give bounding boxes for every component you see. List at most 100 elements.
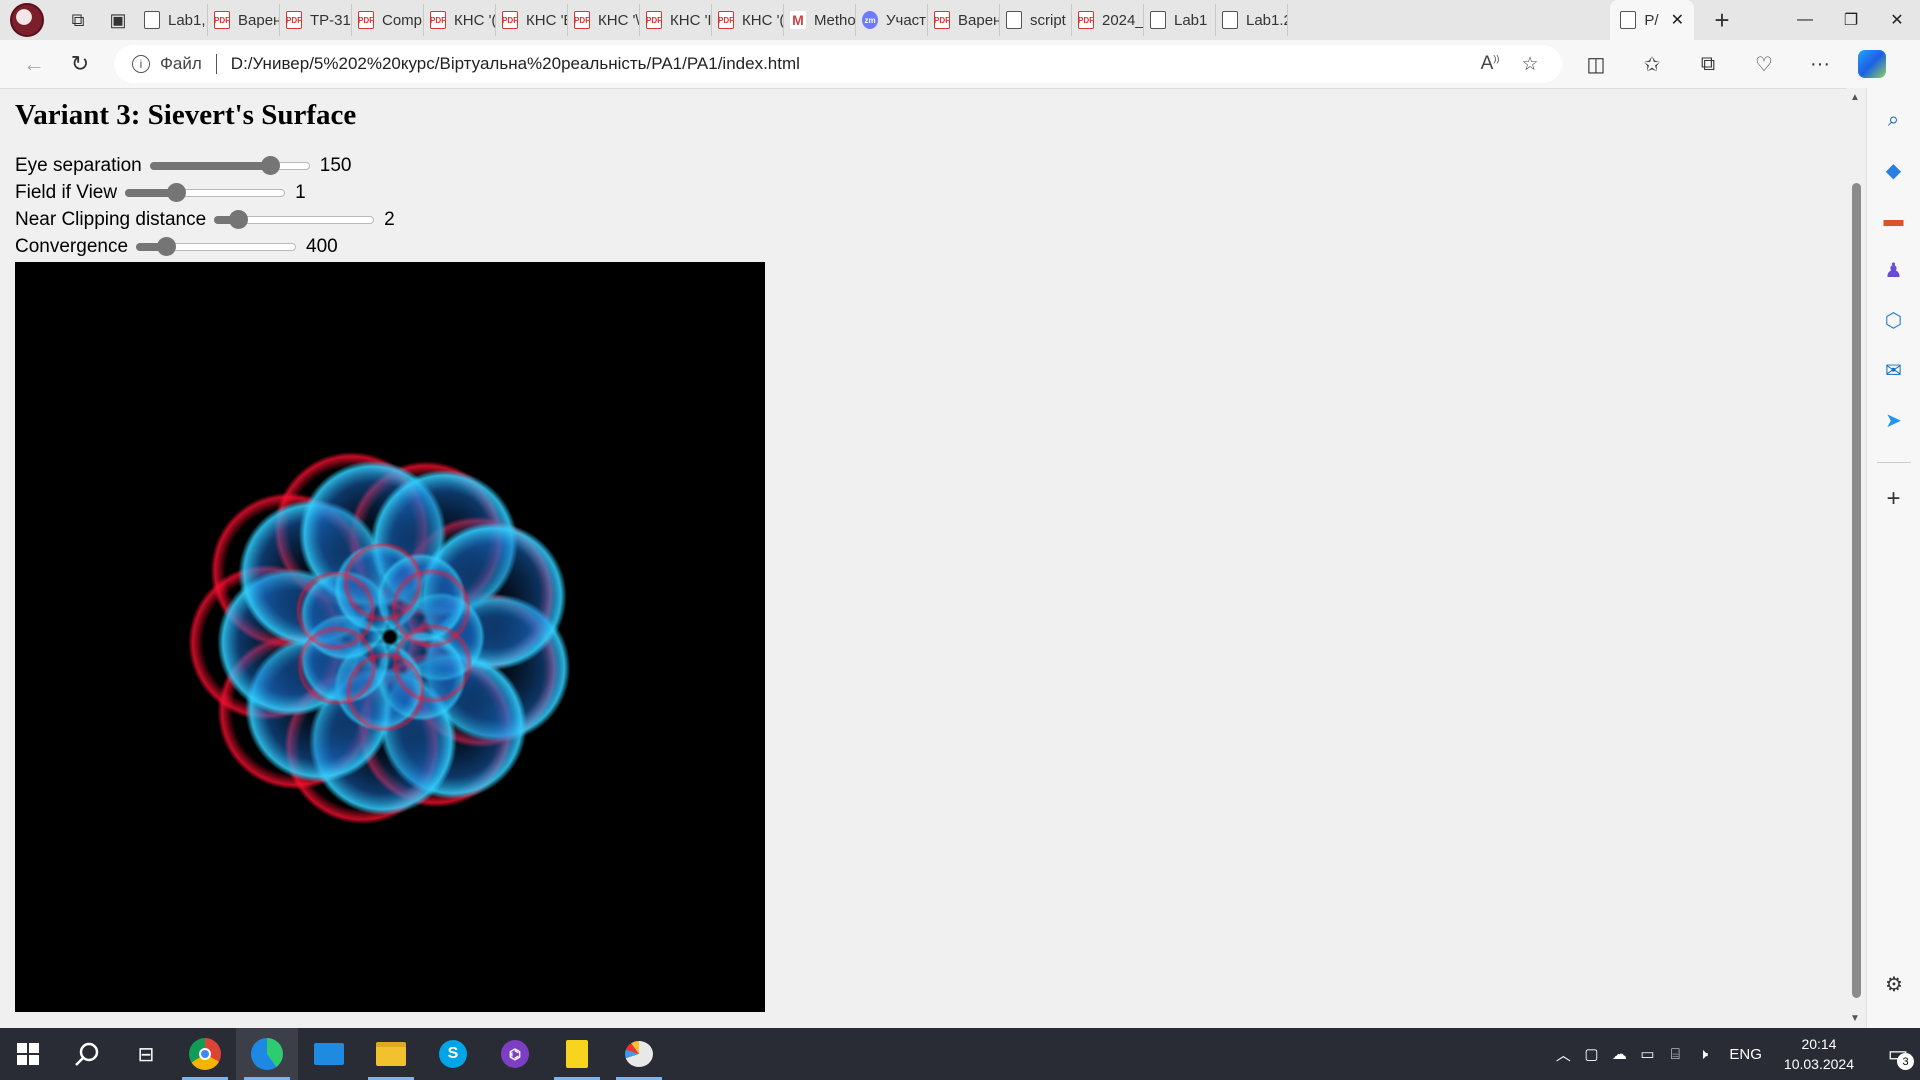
taskbar-chrome[interactable] [174,1028,236,1080]
taskbar-paint[interactable] [608,1028,670,1080]
tab[interactable]: Lab1, [138,4,208,36]
send-icon[interactable]: ➤ [1876,402,1912,438]
read-aloud-icon[interactable]: A)) [1470,53,1510,75]
shopping-tag-icon[interactable]: ◆ [1876,152,1912,188]
tab[interactable]: zm Участ [856,4,928,36]
vertical-tabs-icon[interactable]: ▣ [98,0,138,40]
slider-thumb[interactable] [157,236,177,256]
tab[interactable]: PDF Варен [208,4,280,36]
back-button[interactable]: ← [12,44,56,84]
tab[interactable]: PDF КНС 'I [640,4,712,36]
scrollbar-thumb[interactable] [1852,183,1861,998]
taskbar-edge[interactable] [236,1028,298,1080]
convergence-slider[interactable] [136,236,297,258]
onedrive-cloud-icon[interactable]: ☁ [1605,1045,1633,1063]
document-icon [1006,11,1022,29]
slider-label: Convergence [15,235,129,257]
search-icon[interactable]: ⌕ [1876,102,1912,138]
eye-separation-slider[interactable] [149,155,310,177]
tab[interactable]: Lab1 [1144,4,1216,36]
slider-value: 1 [295,181,306,203]
document-icon [1222,11,1238,29]
split-screen-icon[interactable]: ◫ [1568,44,1624,84]
scroll-up-icon[interactable]: ▲ [1850,92,1860,103]
favorite-star-icon[interactable]: ☆ [1510,53,1550,76]
meet-now-icon[interactable]: ▢ [1577,1045,1605,1063]
tab[interactable]: M Metho [784,4,856,36]
new-tab-button[interactable]: + [1702,0,1742,40]
windows-taskbar: ⊟ S ⌬ ︿ ▢ ☁ ▭ ⌸ 🕨 ENG 20:14 10.03.2024 ▭ [0,1028,1920,1080]
clock[interactable]: 20:14 10.03.2024 [1784,1034,1854,1074]
info-icon[interactable]: i [132,55,150,73]
settings-gear-icon[interactable]: ⚙ [1876,966,1912,1002]
slider-label: Eye separation [15,154,142,176]
slider-thumb[interactable] [167,182,187,202]
near-clipping-slider[interactable] [214,209,375,231]
document-icon [1620,11,1637,29]
tab-title: P/ [1644,11,1659,29]
start-button[interactable] [0,1028,56,1080]
taskbar-notes[interactable] [546,1028,608,1080]
battery-icon[interactable]: ▭ [1633,1045,1661,1063]
games-icon[interactable]: ♟ [1876,252,1912,288]
tab-title: КНС '\ [598,11,640,29]
tab[interactable]: PDF КНС '\ [568,4,640,36]
network-icon[interactable]: ⌸ [1661,1046,1689,1063]
vertical-scrollbar[interactable]: ▲ ▼ [1846,88,1866,1028]
document-icon [1150,11,1166,29]
outlook-icon[interactable]: ✉ [1876,352,1912,388]
more-options-icon[interactable]: ··· [1792,44,1848,84]
tab[interactable]: PDF КНС '( [712,4,784,36]
webgl-canvas[interactable] [15,262,765,1012]
minimize-button[interactable]: — [1782,0,1828,40]
tab[interactable]: script [1000,4,1072,36]
url-text[interactable]: D:/Универ/5%202%20курс/Віртуальна%20реал… [231,54,1470,74]
tab[interactable]: PDF КНС '( [424,4,496,36]
profile-avatar[interactable] [10,3,44,37]
pdf-icon: PDF [1078,11,1094,29]
skype-icon: S [439,1040,467,1068]
edge-sidebar: ⌕ ◆ ▬ ♟ ⬡ ✉ ➤ + ⚙ [1866,88,1920,1028]
slider-label: Field if View [15,181,118,203]
close-tab-icon[interactable]: ✕ [1671,10,1684,30]
tools-icon[interactable]: ▬ [1876,202,1912,238]
search-button[interactable] [56,1028,118,1080]
field-of-view-slider[interactable] [125,182,286,204]
tab-active[interactable]: P/ ✕ [1610,0,1694,40]
pdf-icon: PDF [574,11,590,29]
tab[interactable]: PDF Варен [928,4,1000,36]
notification-center-button[interactable]: ▭ 3 [1876,1028,1920,1080]
taskbar-github[interactable]: ⌬ [484,1028,546,1080]
tab[interactable]: Lab1.2 [1216,4,1288,36]
tab-title: Metho [814,11,856,29]
tab[interactable]: PDF КНС 'Е [496,4,568,36]
tab[interactable]: PDF 2024_ [1072,4,1144,36]
taskbar-skype[interactable]: S [422,1028,484,1080]
slider-label: Near Clipping distance [15,208,207,230]
volume-icon[interactable]: 🕨 [1689,1046,1717,1063]
tab-title: КНС '( [742,11,784,29]
refresh-button[interactable]: ↻ [58,44,102,84]
restore-button[interactable]: ❐ [1828,0,1874,40]
scroll-down-icon[interactable]: ▼ [1850,1013,1860,1024]
favorites-icon[interactable]: ✩ [1624,44,1680,84]
collections-icon[interactable]: ⧉ [1680,44,1736,84]
taskbar-file-explorer[interactable] [360,1028,422,1080]
task-view-button[interactable]: ⊟ [118,1028,174,1080]
add-icon[interactable]: + [1876,481,1912,517]
gmail-icon: M [790,11,806,29]
tab[interactable]: PDF Comp [352,4,424,36]
taskbar-mail[interactable] [298,1028,360,1080]
workspaces-icon[interactable]: ⧉ [58,0,98,40]
browser-essentials-icon[interactable]: ♡ [1736,44,1792,84]
slider-thumb[interactable] [260,155,280,175]
address-bar[interactable]: i Файл D:/Универ/5%202%20курс/Віртуальна… [114,45,1562,83]
copilot-icon[interactable] [1858,50,1886,78]
microsoft-365-icon[interactable]: ⬡ [1876,302,1912,338]
chevron-up-icon[interactable]: ︿ [1549,1044,1577,1065]
close-window-button[interactable]: ✕ [1874,0,1920,40]
pdf-icon: PDF [502,11,518,29]
slider-thumb[interactable] [229,209,249,229]
language-indicator[interactable]: ENG [1729,1046,1762,1063]
tab[interactable]: PDF ТР-31 [280,4,352,36]
